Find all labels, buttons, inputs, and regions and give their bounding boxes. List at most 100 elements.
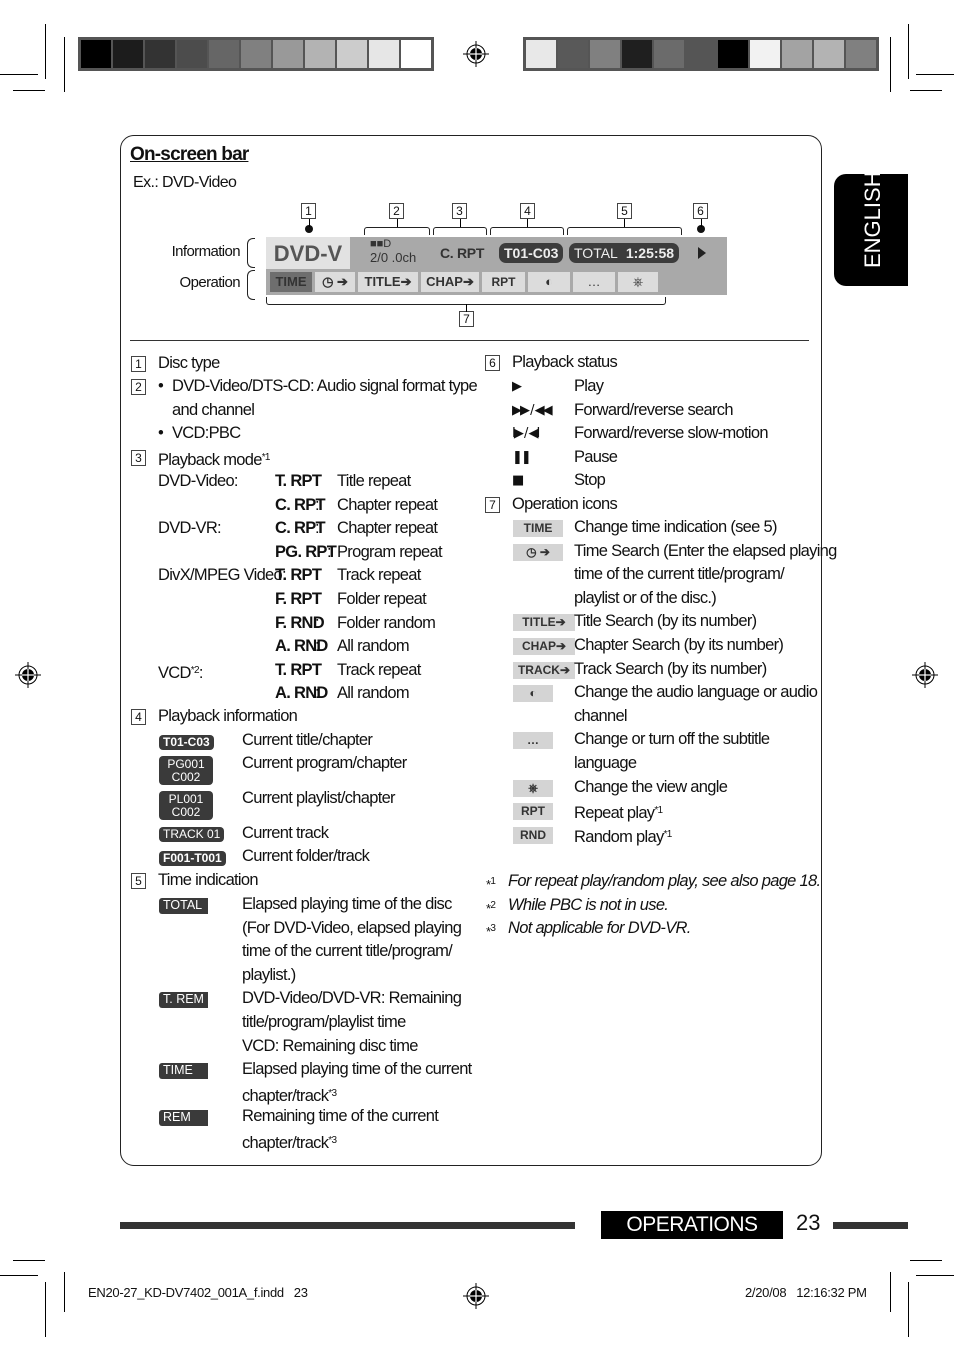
playback-info-desc: Current title/chapter xyxy=(242,731,373,749)
color-calibration-bar-right xyxy=(523,37,879,71)
status-desc: Forward/reverse slow-motion xyxy=(574,424,769,443)
mode-disc: DVD-VR: xyxy=(158,519,222,538)
op-desc-line: language xyxy=(574,754,637,772)
mode-colon: : xyxy=(315,566,320,585)
footnote-number: 2 xyxy=(490,899,496,911)
mode-desc: Track repeat xyxy=(337,660,421,679)
status-desc: Forward/reverse search xyxy=(574,400,734,419)
playback-info-desc: Current program/chapter xyxy=(242,754,407,772)
playback-info-desc: Current playlist/chapter xyxy=(242,789,396,807)
footnote-mark: *1 xyxy=(486,876,496,892)
footnote-ref: *1 xyxy=(663,828,673,840)
color-swatch xyxy=(145,40,175,68)
badge-line: C002 xyxy=(171,769,201,784)
slug-timestamp: 2/20/08 12:16:32 PM xyxy=(745,1285,867,1300)
badge-title-chapter: T01-C03 xyxy=(159,735,214,750)
status-slow-motion-icon: I▶ / ◀I xyxy=(512,426,540,442)
time-desc-line: chapter/track*3 xyxy=(242,1086,337,1105)
color-swatch xyxy=(782,40,812,68)
status-search-icon: ▶▶ / ◀◀ xyxy=(512,402,553,418)
op-desc-line: playlist or of the disc.) xyxy=(574,588,717,607)
op-desc-line: Time Search (Enter the elapsed playing xyxy=(574,541,837,560)
crop-mark xyxy=(45,1282,46,1337)
slug-filename: EN20-27_KD-DV7402_001A_f.indd 23 xyxy=(88,1285,308,1300)
crop-mark xyxy=(64,37,65,92)
badge-line: PL001 xyxy=(168,792,204,806)
op-desc-line: Title Search (by its number) xyxy=(574,612,757,631)
badge-line: C002 xyxy=(171,804,201,819)
mode-colon: : xyxy=(315,495,320,514)
disc-type-heading: Disc type xyxy=(158,354,220,372)
color-swatch xyxy=(718,40,748,68)
footnote-mark: *3 xyxy=(486,923,496,940)
track-search-icon: TRACK➔ xyxy=(513,661,575,679)
crop-mark xyxy=(908,24,909,79)
color-swatch xyxy=(558,40,588,68)
time-desc-line: DVD-Video/DVD-VR: Remaining xyxy=(242,989,462,1008)
audio-channel: 2/0 .0ch xyxy=(370,250,417,265)
color-swatch xyxy=(654,40,684,68)
crop-mark xyxy=(0,74,38,75)
crop-mark xyxy=(910,90,942,91)
footnote-text: While PBC is not in use. xyxy=(508,895,669,914)
badge-playlist-chapter: PL001 C002 xyxy=(159,791,213,820)
crop-mark xyxy=(908,1282,909,1337)
op-desc-line: Change or turn off the subtitle xyxy=(574,730,770,749)
title-search-button[interactable]: TITLE➔ xyxy=(358,272,418,292)
callout-3: 3 xyxy=(452,203,467,219)
crop-mark xyxy=(0,1275,38,1276)
section-name: OPERATIONS xyxy=(601,1211,783,1239)
mode-desc: Folder repeat xyxy=(337,590,427,608)
registration-mark-icon xyxy=(463,1283,489,1309)
status-desc: Play xyxy=(574,377,604,395)
chapter-search-button[interactable]: CHAP➔ xyxy=(421,272,479,292)
crop-mark xyxy=(916,74,954,75)
time-search-button[interactable]: ◷ ➔ xyxy=(315,272,355,292)
bullet: • xyxy=(158,424,164,442)
example-label: Ex.: DVD-Video xyxy=(133,174,237,191)
mode-colon: : xyxy=(315,637,320,656)
callout-4: 4 xyxy=(520,203,535,219)
repeat-icon: RPT xyxy=(513,803,553,821)
callout-1: 1 xyxy=(301,203,316,219)
playback-mode-label: Playback mode xyxy=(158,451,262,469)
vcd-pbc-text: VCD:PBC xyxy=(172,424,241,442)
audio-icon[interactable]: ◐ xyxy=(528,272,570,292)
mode-desc: Title repeat xyxy=(337,472,411,490)
language-tab: ENGLISH xyxy=(834,171,908,286)
mode-desc: Track repeat xyxy=(337,566,421,585)
item-number: 6 xyxy=(485,355,500,371)
operation-icons-heading: Operation icons xyxy=(512,495,618,513)
bullet: • xyxy=(158,377,164,395)
time-badge: TIME xyxy=(159,1063,208,1080)
playback-info-desc: Current track xyxy=(242,824,329,842)
time-desc-line: Elapsed playing time of the disc xyxy=(242,895,452,913)
status-play-icon: ▶ xyxy=(512,379,522,394)
color-swatch xyxy=(814,40,844,68)
operation-icons-row: TIME ◷ ➔ TITLE➔ CHAP➔ RPT ◐ … ⎈ xyxy=(270,272,658,292)
repeat-button[interactable]: RPT xyxy=(482,272,525,292)
subtitle-icon[interactable]: … xyxy=(573,272,615,292)
op-desc-line: Change time indication (see 5) xyxy=(574,518,777,536)
footnote-mark: *2 xyxy=(486,899,496,916)
time-indication-heading: Time indication xyxy=(158,871,259,889)
callout-line xyxy=(624,219,625,227)
time-button[interactable]: TIME xyxy=(270,272,312,292)
footer-bar-left xyxy=(120,1222,575,1229)
angle-icon[interactable]: ⎈ xyxy=(618,272,658,292)
random-icon: RND xyxy=(513,826,553,844)
color-swatch xyxy=(846,40,876,68)
mode-desc: Folder random xyxy=(337,613,436,632)
color-swatch xyxy=(622,40,652,68)
on-screen-bar: DVD-V ■■D 2/0 .0ch C. RPT T01-C03 TOTAL 1… xyxy=(266,237,727,295)
callout-line xyxy=(460,219,461,227)
callout-line xyxy=(397,219,398,227)
op-desc-line: Random play*1 xyxy=(574,827,673,846)
callout-line xyxy=(466,304,467,312)
footnote-number: 3 xyxy=(490,923,496,935)
crop-mark xyxy=(910,1260,942,1261)
badge-program-chapter: PG001 C002 xyxy=(159,756,213,785)
angle-icon: ⎈ xyxy=(513,779,553,797)
time-badge: T. REM xyxy=(159,992,208,1009)
status-desc: Pause xyxy=(574,447,618,466)
